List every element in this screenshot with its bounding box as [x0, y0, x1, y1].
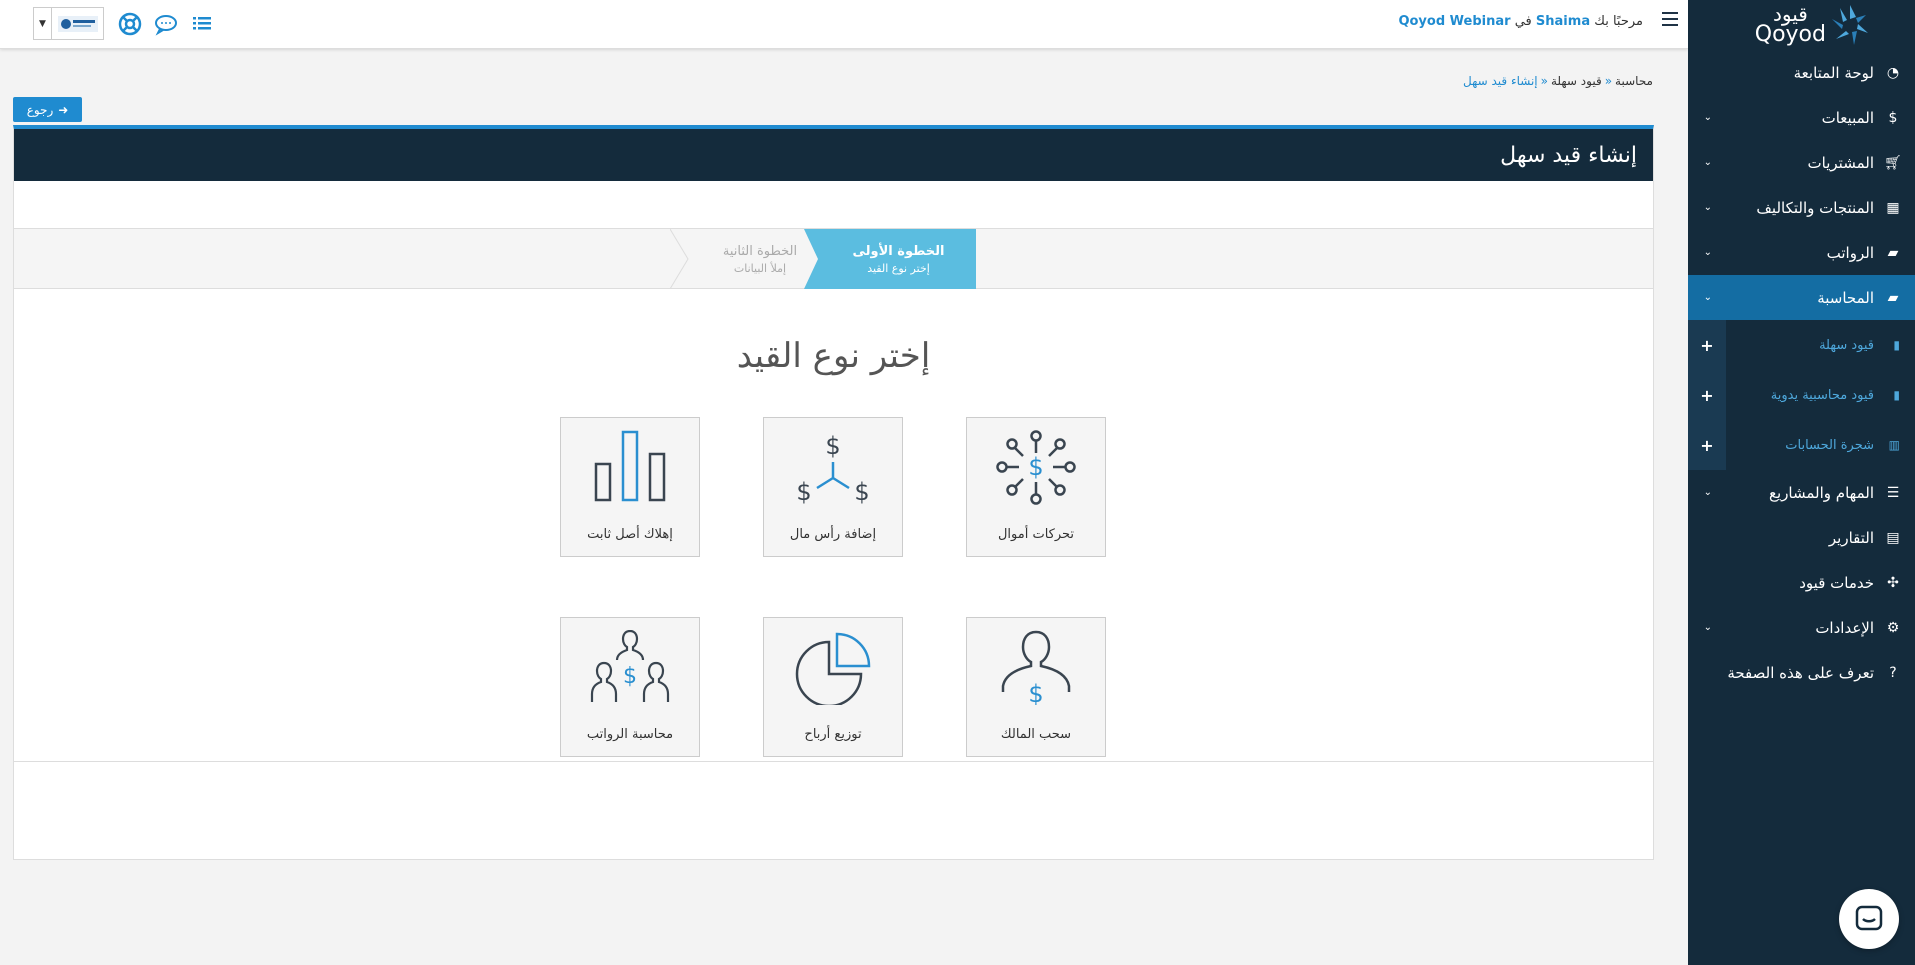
- wizard: الخطوة الثانية إملأ البيانات الخطوة الأو…: [14, 228, 1653, 762]
- step-active-arrow-icon: [804, 229, 822, 289]
- caret-down-icon[interactable]: ▼: [34, 8, 52, 39]
- sidebar: قيود Qoyod ◔ لوحة المتابعة $ المبيعات ⌄ …: [1688, 0, 1915, 965]
- tile-profit-distribution[interactable]: توزيع أرباح: [763, 617, 903, 757]
- puzzle-icon: ✣: [1887, 574, 1899, 591]
- hamburger-icon[interactable]: [1662, 12, 1678, 26]
- sidebar-subitem-chart-of-accounts[interactable]: ▥ شجرة الحسابات +: [1688, 420, 1915, 470]
- wizard-step-1[interactable]: الخطوة الأولى إختر نوع القيد: [821, 229, 976, 289]
- breadcrumb-separator-icon: «: [1540, 74, 1548, 88]
- folder-icon: ▰: [1887, 244, 1899, 261]
- sidebar-subitem-easy-entries[interactable]: ▮ قيود سهلة +: [1688, 320, 1915, 370]
- list-icon: ☰: [1886, 484, 1900, 501]
- file-icon: ▤: [1886, 529, 1900, 546]
- cart-icon: 🛒︎: [1884, 154, 1902, 171]
- chevron-down-icon: ⌄: [1703, 157, 1712, 168]
- tile-owner-withdrawal[interactable]: $ سحب المالك: [966, 617, 1106, 757]
- book-icon: ▮: [1893, 388, 1900, 402]
- qoyod-logo-icon: [1832, 5, 1868, 45]
- create-entry-panel: إنشاء قيد سهل الخطوة الثانية إملأ البيان…: [13, 125, 1654, 860]
- chart-icon: ▥: [1888, 438, 1900, 452]
- company-logo-switcher[interactable]: ▼: [33, 7, 104, 40]
- add-account-button[interactable]: +: [1688, 420, 1726, 470]
- add-easy-entry-button[interactable]: +: [1688, 320, 1726, 370]
- tile-money-movements[interactable]: $ تحركات أموال: [966, 417, 1106, 557]
- sidebar-item-payroll[interactable]: ▰ الرواتب ⌄: [1688, 230, 1915, 275]
- page-title: إنشاء قيد سهل: [1500, 142, 1637, 168]
- org-name[interactable]: Qoyod Webinar: [1398, 14, 1510, 29]
- welcome-text: مرحبًا بك Shaima في Qoyod Webinar: [1398, 14, 1643, 29]
- add-manual-entry-button[interactable]: +: [1688, 370, 1726, 420]
- sidebar-item-reports[interactable]: ▤ التقارير: [1688, 515, 1915, 560]
- accounting-submenu: ▮ قيود سهلة + ▮ قيود محاسبية يدوية + ▥ ش…: [1688, 320, 1915, 470]
- chevron-down-icon: ⌄: [1703, 112, 1712, 123]
- top-bar: مرحبًا بك Shaima في Qoyod Webinar ▼: [0, 0, 1688, 49]
- dashboard-icon: ◔: [1886, 64, 1900, 81]
- sidebar-item-services[interactable]: ✣ خدمات قيود: [1688, 560, 1915, 605]
- grid-icon: ▦: [1886, 199, 1900, 216]
- user-name: Shaima: [1535, 14, 1591, 29]
- svg-text:$: $: [1028, 680, 1043, 705]
- back-button[interactable]: ➜ رجوع: [13, 97, 82, 122]
- tile-add-capital[interactable]: $ $ $ إضافة رأس مال: [763, 417, 903, 557]
- breadcrumb-separator-icon: «: [1604, 74, 1613, 88]
- svg-text:$: $: [623, 664, 637, 689]
- pie-chart-icon: [795, 632, 871, 705]
- brand-logo[interactable]: قيود Qoyod: [1688, 0, 1915, 50]
- sidebar-item-sales[interactable]: $ المبيعات ⌄: [1688, 95, 1915, 140]
- money-network-icon: $: [996, 430, 1076, 505]
- brand-arabic: قيود: [1772, 2, 1808, 26]
- bar-chart-icon: [594, 430, 666, 502]
- support-chat-button[interactable]: [1839, 889, 1899, 949]
- tile-asset-depreciation[interactable]: إهلاك أصل ثابت: [560, 417, 700, 557]
- svg-text:$: $: [854, 478, 869, 505]
- welcome-in: في: [1514, 14, 1532, 29]
- gear-icon: ⚙: [1886, 619, 1900, 636]
- breadcrumb-current: إنشاء قيد سهل: [1463, 74, 1538, 88]
- book-icon: ▮: [1893, 338, 1900, 352]
- sidebar-item-purchases[interactable]: 🛒︎ المشتريات ⌄: [1688, 140, 1915, 185]
- panel-header: إنشاء قيد سهل: [14, 129, 1653, 181]
- chevron-down-icon: ⌄: [1703, 622, 1712, 633]
- company-logo: [52, 8, 103, 39]
- sidebar-item-tasks[interactable]: ☰ المهام والمشاريع ⌄: [1688, 470, 1915, 515]
- svg-text:$: $: [825, 432, 840, 460]
- back-arrow-icon: ➜: [58, 102, 69, 117]
- chat-bubble-icon: [1855, 905, 1883, 931]
- chevron-down-icon: ⌄: [1703, 487, 1712, 498]
- tile-payroll-accounting[interactable]: $ محاسبة الرواتب: [560, 617, 700, 757]
- choose-type-heading: إختر نوع القيد: [736, 336, 931, 376]
- sidebar-item-page-tour[interactable]: ? تعرف على هذه الصفحة: [1688, 650, 1915, 695]
- chevron-down-icon: ⌄: [1703, 292, 1712, 303]
- wizard-steps: الخطوة الثانية إملأ البيانات الخطوة الأو…: [14, 229, 1653, 289]
- breadcrumb: محاسبة«قيود سهلة«إنشاء قيد سهل: [1463, 74, 1653, 88]
- brand-english: Qoyod: [1754, 22, 1826, 47]
- dollar-icon: $: [1888, 109, 1898, 126]
- breadcrumb-easy-entries[interactable]: قيود سهلة: [1551, 74, 1602, 88]
- svg-text:$: $: [1028, 453, 1043, 481]
- sidebar-item-dashboard[interactable]: ◔ لوحة المتابعة: [1688, 50, 1915, 95]
- sidebar-subitem-manual-entries[interactable]: ▮ قيود محاسبية يدوية +: [1688, 370, 1915, 420]
- folder-open-icon: ▰: [1887, 289, 1899, 306]
- owner-icon: $: [1001, 630, 1071, 705]
- help-lifebuoy-icon[interactable]: [118, 12, 142, 36]
- capital-icon: $ $ $: [796, 432, 869, 505]
- list-icon[interactable]: [190, 12, 214, 36]
- sidebar-item-products[interactable]: ▦ المنتجات والتكاليف ⌄: [1688, 185, 1915, 230]
- welcome-prefix: مرحبًا بك: [1594, 14, 1643, 29]
- sidebar-item-accounting[interactable]: ▰ المحاسبة ⌄: [1688, 275, 1915, 320]
- payroll-icon: $: [590, 630, 670, 702]
- chevron-down-icon: ⌄: [1703, 247, 1712, 258]
- chevron-down-icon: ⌄: [1703, 202, 1712, 213]
- breadcrumb-accounting[interactable]: محاسبة: [1615, 74, 1653, 88]
- sidebar-item-settings[interactable]: ⚙ الإعدادات ⌄: [1688, 605, 1915, 650]
- svg-text:$: $: [796, 478, 811, 505]
- question-icon: ?: [1889, 664, 1897, 681]
- chat-icon[interactable]: [154, 12, 178, 36]
- toolbar-icons: [118, 12, 214, 36]
